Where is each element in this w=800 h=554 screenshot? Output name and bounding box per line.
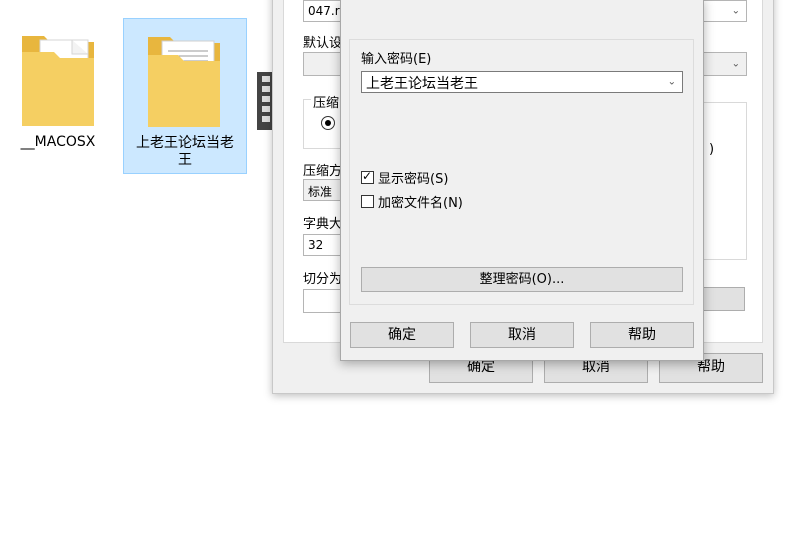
dictionary-size-value: 32 xyxy=(308,238,324,252)
folder-macosx-label: __MACOSX xyxy=(20,134,96,150)
folder-macosx[interactable]: __MACOSX xyxy=(6,18,110,174)
show-password-label: 显示密码(S) xyxy=(378,172,449,187)
compress-format-label: 压缩 xyxy=(311,92,342,111)
password-value: 上老王论坛当老王 xyxy=(366,76,478,92)
show-password-checkbox[interactable]: ✓ 显示密码(S) xyxy=(361,168,448,187)
encrypt-filenames-label: 加密文件名(N) xyxy=(378,196,463,211)
folder-selected[interactable]: 上老王论坛当老 王 xyxy=(123,18,247,174)
archive-name-value: 047.r xyxy=(308,4,340,18)
enter-password-label: 输入密码(E) xyxy=(361,52,432,67)
folder-icon xyxy=(22,36,94,126)
film-strip-icon xyxy=(257,72,273,130)
split-volume-label: 切分为 xyxy=(303,272,343,287)
organize-passwords-button[interactable]: 整理密码(O)... xyxy=(361,267,683,292)
paren-text: ) xyxy=(709,142,715,157)
folder-label-line1: 上老王论坛当老 xyxy=(136,135,234,151)
checkbox-box: ✓ xyxy=(361,169,374,184)
folder-label-line2: 王 xyxy=(178,152,192,168)
folder-selected-label: 上老王论坛当老 王 xyxy=(124,135,246,169)
encrypt-filenames-checkbox[interactable]: 加密文件名(N) xyxy=(361,192,463,211)
compress-method-label: 压缩方 xyxy=(303,164,343,179)
default-settings-label: 默认设 xyxy=(303,36,343,51)
format-radio[interactable] xyxy=(321,116,335,130)
compress-method-value: 标准 xyxy=(308,185,333,199)
chevron-down-icon[interactable]: ⌄ xyxy=(732,6,740,17)
password-cancel-button[interactable]: 取消 xyxy=(470,322,574,348)
password-dialog: 输入密码(E) 上老王论坛当老王 ⌄ ✓ 显示密码(S) 加密文件名(N) 整理… xyxy=(340,0,704,361)
dictionary-size-label: 字典大 xyxy=(303,217,343,232)
check-icon: ✓ xyxy=(362,169,373,183)
folder-icon xyxy=(148,37,220,127)
checkbox-box xyxy=(361,195,374,208)
chevron-down-icon[interactable]: ⌄ xyxy=(732,59,740,70)
password-ok-button[interactable]: 确定 xyxy=(350,322,454,348)
password-input[interactable]: 上老王论坛当老王 ⌄ xyxy=(361,71,683,93)
password-help-button[interactable]: 帮助 xyxy=(590,322,694,348)
chevron-down-icon[interactable]: ⌄ xyxy=(668,77,676,88)
